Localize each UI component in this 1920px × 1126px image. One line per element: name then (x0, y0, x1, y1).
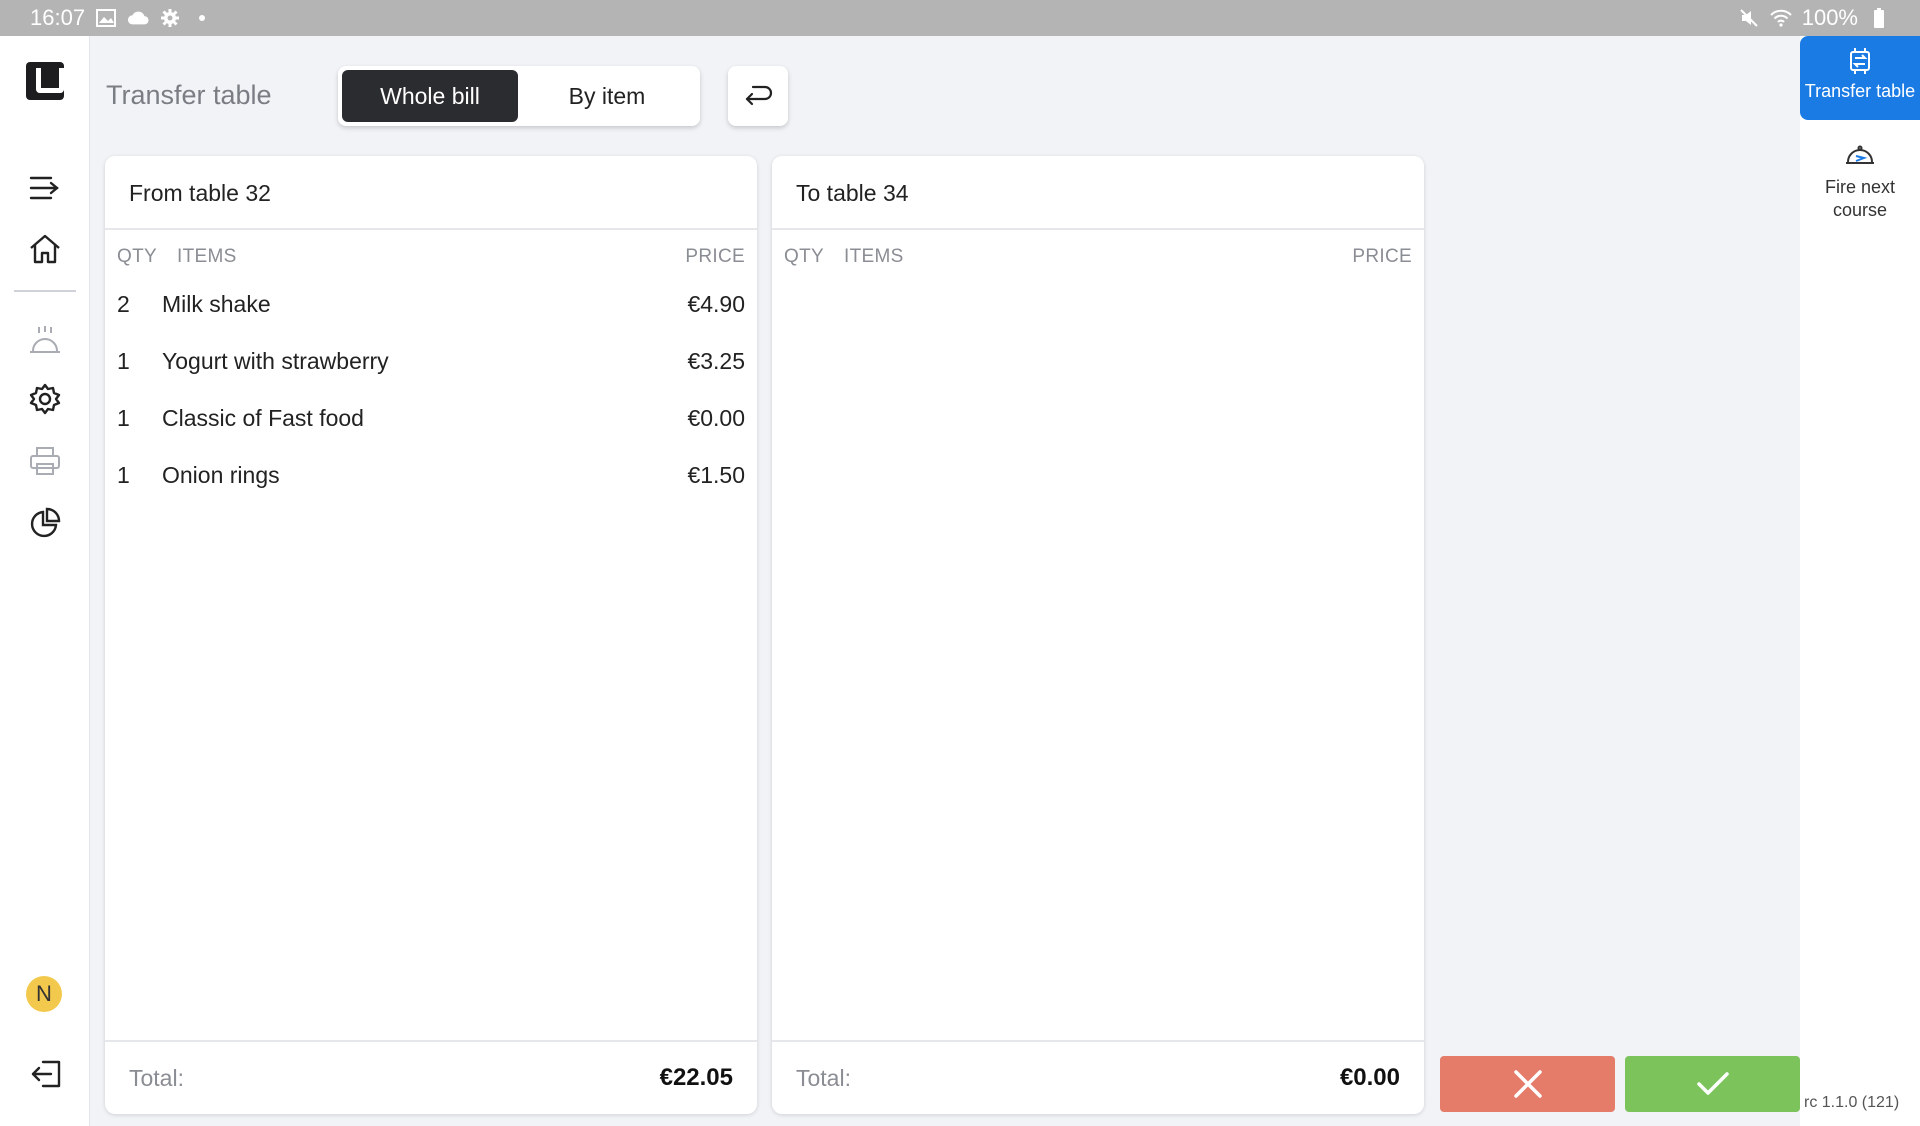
from-total-value: €22.05 (659, 1064, 733, 1091)
item-qty: 1 (117, 405, 130, 431)
kitchen-cloche-icon[interactable] (23, 318, 67, 362)
item-name: Milk shake (162, 291, 271, 317)
app-version: rc 1.1.0 (121) (1804, 1094, 1900, 1111)
list-item[interactable]: 2 Milk shake €4.90 (105, 276, 757, 333)
to-column-headers: QTY ITEMS PRICE (772, 246, 1424, 268)
col-qty: QTY (117, 246, 157, 267)
item-name: Onion rings (162, 462, 280, 488)
notification-dot-icon (191, 7, 213, 29)
fire-next-course-action[interactable]: Fire next course (1800, 140, 1920, 222)
battery-icon (1868, 7, 1890, 29)
to-total-label: Total: (796, 1064, 851, 1091)
home-icon[interactable] (23, 227, 67, 271)
item-name: Yogurt with strawberry (162, 348, 389, 374)
user-initial: N (36, 981, 52, 1006)
reports-pie-icon[interactable] (23, 501, 67, 545)
right-action-bar: Transfer table Fire next course (1800, 36, 1920, 1126)
from-column-headers: QTY ITEMS PRICE (105, 246, 757, 268)
item-price: €4.90 (687, 291, 745, 317)
col-qty: QTY (784, 246, 824, 267)
logout-icon[interactable] (23, 1052, 67, 1096)
from-total-bar: Total: €22.05 (105, 1040, 757, 1114)
item-qty: 1 (117, 462, 130, 488)
wifi-icon (1770, 7, 1792, 29)
page-title: Transfer table (106, 80, 272, 110)
list-item[interactable]: 1 Classic of Fast food €0.00 (105, 390, 757, 447)
list-item[interactable]: 1 Yogurt with strawberry €3.25 (105, 333, 757, 390)
from-total-label: Total: (129, 1064, 184, 1091)
printer-icon[interactable] (23, 439, 67, 483)
transfer-mode-segmented-control: Whole bill By item (338, 66, 700, 126)
close-icon (1513, 1070, 1542, 1098)
col-items: ITEMS (177, 246, 237, 267)
item-price: €0.00 (687, 405, 745, 431)
cancel-button[interactable] (1440, 1056, 1615, 1112)
col-items: ITEMS (844, 246, 904, 267)
by-item-tab[interactable]: By item (518, 70, 696, 122)
from-table-title: From table 32 (105, 156, 757, 230)
confirm-button[interactable] (1625, 1056, 1800, 1112)
transfer-table-label: Transfer table (1804, 81, 1916, 101)
fire-next-course-label: Fire next course (1824, 177, 1896, 220)
check-icon (1696, 1072, 1729, 1095)
from-items-list: 2 Milk shake €4.90 1 Yogurt with strawbe… (105, 276, 757, 504)
to-total-value: €0.00 (1339, 1064, 1400, 1091)
from-table-panel: From table 32 QTY ITEMS PRICE 2 Milk sha… (105, 156, 757, 1114)
transfer-table-action[interactable]: Transfer table (1800, 36, 1920, 120)
mute-icon (1738, 7, 1760, 29)
item-qty: 1 (117, 348, 130, 374)
col-price: PRICE (1352, 246, 1412, 267)
return-button[interactable] (728, 66, 788, 126)
image-icon (95, 7, 117, 29)
return-arrow-icon (745, 85, 773, 106)
col-price: PRICE (685, 246, 745, 267)
status-bar: 16:07 100% (0, 0, 1920, 36)
user-avatar[interactable]: N (26, 976, 62, 1012)
left-sidebar: N (0, 36, 90, 1126)
cloud-icon (127, 7, 149, 29)
to-table-title: To table 34 (772, 156, 1424, 230)
transfer-table-icon (1850, 48, 1870, 74)
to-total-bar: Total: €0.00 (772, 1040, 1424, 1114)
status-time: 16:07 (30, 5, 86, 30)
item-qty: 2 (117, 291, 130, 317)
item-price: €1.50 (687, 462, 745, 488)
fire-course-cloche-icon (1846, 145, 1874, 164)
list-item[interactable]: 1 Onion rings €1.50 (105, 447, 757, 504)
battery-level: 100% (1801, 5, 1858, 30)
menu-expand-icon[interactable] (23, 166, 67, 210)
settings-icon[interactable] (23, 377, 67, 421)
to-table-panel: To table 34 QTY ITEMS PRICE Total: €0.00 (772, 156, 1424, 1114)
item-price: €3.25 (687, 348, 745, 374)
whole-bill-tab[interactable]: Whole bill (342, 70, 518, 122)
sidebar-divider (14, 290, 76, 292)
app-logo (26, 62, 64, 100)
settings-gear-icon (159, 7, 181, 29)
item-name: Classic of Fast food (162, 405, 364, 431)
